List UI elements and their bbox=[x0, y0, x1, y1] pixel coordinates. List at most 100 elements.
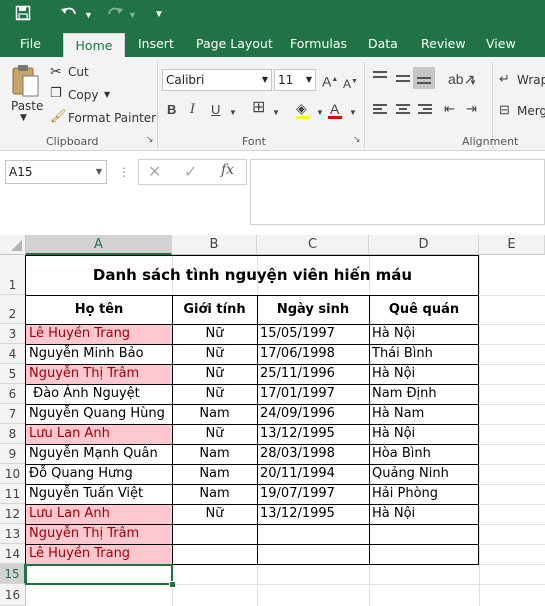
header-gioi-tinh[interactable]: Giới tính bbox=[172, 295, 257, 324]
drag-handle-icon[interactable]: ⋮ bbox=[118, 165, 130, 179]
wrap-text-button[interactable]: Wrap bbox=[517, 73, 545, 87]
clipboard-launcher-icon[interactable]: ↘ bbox=[146, 135, 154, 145]
format-painter-button[interactable]: Format Painter bbox=[68, 111, 156, 125]
orientation-dropdown-icon[interactable]: ▼ bbox=[469, 74, 477, 92]
header-ngay-sinh[interactable]: Ngày sinh bbox=[257, 295, 369, 324]
name-box[interactable]: A15 ▼ bbox=[5, 160, 107, 184]
cell-hometown[interactable]: Hà Nội bbox=[369, 324, 479, 344]
select-all-button[interactable] bbox=[0, 235, 26, 255]
cell-hometown[interactable]: Hà Nam bbox=[369, 404, 479, 424]
font-size-dropdown[interactable]: 11 ▼ bbox=[274, 69, 316, 91]
enter-icon[interactable]: ✓ bbox=[184, 162, 197, 182]
tab-review[interactable]: Review bbox=[421, 30, 466, 57]
cell-name[interactable]: Nguyễn Quang Hùng bbox=[26, 404, 172, 424]
cell-dob[interactable]: 24/09/1996 bbox=[257, 404, 369, 424]
copy-icon[interactable]: ❐ bbox=[50, 86, 62, 101]
cell-name[interactable]: Nguyễn Tuấn Việt bbox=[26, 484, 172, 504]
cell-name[interactable]: Nguyễn Thị Trâm bbox=[26, 524, 172, 544]
save-icon[interactable] bbox=[15, 5, 31, 27]
row-header[interactable]: 8 bbox=[0, 424, 26, 444]
cell-name[interactable]: Lê Huyền Trang bbox=[26, 544, 172, 564]
borders-icon[interactable]: ⊞ bbox=[252, 99, 265, 117]
cell-name[interactable]: Lưu Lan Anh bbox=[26, 504, 172, 524]
cell-name[interactable]: Nguyễn Minh Bảo bbox=[26, 344, 172, 364]
font-name-dropdown[interactable]: Calibri ▼ bbox=[162, 69, 272, 91]
row-header[interactable]: 4 bbox=[0, 344, 26, 364]
font-launcher-icon[interactable]: ↘ bbox=[353, 135, 361, 145]
cell-gender[interactable]: Nam bbox=[172, 464, 257, 484]
tab-page-layout[interactable]: Page Layout bbox=[196, 30, 273, 57]
selected-cell-a15[interactable] bbox=[25, 564, 173, 585]
column-header-d[interactable]: D bbox=[369, 235, 479, 255]
cell-hometown[interactable]: Hà Nội bbox=[369, 504, 479, 524]
header-que-quan[interactable]: Quê quán bbox=[369, 295, 479, 324]
cell-gender[interactable]: Nam bbox=[172, 444, 257, 464]
cell-gender[interactable]: Nữ bbox=[172, 384, 257, 404]
paste-icon[interactable] bbox=[10, 64, 40, 103]
cell-dob[interactable] bbox=[257, 524, 369, 544]
tab-formulas[interactable]: Formulas bbox=[290, 30, 347, 57]
cell-hometown[interactable]: Thái Bình bbox=[369, 344, 479, 364]
cell-hometown[interactable]: Hà Nội bbox=[369, 424, 479, 444]
column-header-a[interactable]: A bbox=[26, 235, 172, 255]
column-header-c[interactable]: C bbox=[257, 235, 369, 255]
paste-dropdown-icon[interactable]: ▼ bbox=[20, 113, 27, 123]
undo-dropdown-icon[interactable]: ▼ bbox=[84, 5, 93, 25]
cell-dob[interactable]: 13/12/1995 bbox=[257, 424, 369, 444]
underline-dropdown-icon[interactable]: ▼ bbox=[229, 104, 237, 122]
cell-name[interactable]: Nguyễn Thị Trâm bbox=[26, 364, 172, 384]
row-header[interactable]: 16 bbox=[0, 584, 26, 606]
decrease-font-size-icon[interactable]: A▼ bbox=[343, 73, 358, 93]
column-header-b[interactable]: B bbox=[172, 235, 257, 255]
cell-dob[interactable]: 17/06/1998 bbox=[257, 344, 369, 364]
font-color-dropdown-icon[interactable]: ▼ bbox=[349, 104, 357, 122]
bottom-align-button[interactable] bbox=[413, 67, 435, 89]
fill-color-icon[interactable]: ◈ bbox=[296, 99, 307, 117]
row-header[interactable]: 13 bbox=[0, 524, 26, 544]
cell-dob[interactable]: 28/03/1998 bbox=[257, 444, 369, 464]
cell-name[interactable]: Lê Huyền Trang bbox=[26, 324, 172, 344]
tab-insert[interactable]: Insert bbox=[138, 30, 174, 57]
format-painter-icon[interactable]: 🖌 bbox=[50, 109, 67, 124]
cell-gender[interactable]: Nữ bbox=[172, 324, 257, 344]
row-header[interactable]: 7 bbox=[0, 404, 26, 424]
cell-hometown[interactable]: Hải Phòng bbox=[369, 484, 479, 504]
merge-center-icon[interactable]: ⊟ bbox=[499, 101, 510, 119]
cell-dob[interactable]: 25/11/1996 bbox=[257, 364, 369, 384]
cell-hometown[interactable] bbox=[369, 544, 479, 564]
cell-gender[interactable] bbox=[172, 524, 257, 544]
row-header[interactable]: 12 bbox=[0, 504, 26, 524]
row-header[interactable]: 14 bbox=[0, 544, 26, 564]
row-header[interactable]: 3 bbox=[0, 324, 26, 344]
cell-gender[interactable]: Nữ bbox=[172, 504, 257, 524]
cell-gender[interactable]: Nữ bbox=[172, 364, 257, 384]
tab-home[interactable]: Home bbox=[63, 33, 125, 58]
fill-color-dropdown-icon[interactable]: ▼ bbox=[316, 104, 324, 122]
cell-hometown[interactable]: Hòa Bình bbox=[369, 444, 479, 464]
column-header-e[interactable]: E bbox=[479, 235, 545, 255]
cell-gender[interactable]: Nữ bbox=[172, 424, 257, 444]
cell-name[interactable]: Lưu Lan Anh bbox=[26, 424, 172, 444]
row-header[interactable]: 10 bbox=[0, 464, 26, 484]
cell-name[interactable]: Đỗ Quang Hưng bbox=[26, 464, 172, 484]
copy-button[interactable]: Copy bbox=[68, 88, 98, 102]
cell-name[interactable]: Nguyễn Mạnh Quân bbox=[26, 444, 172, 464]
row-header[interactable]: 6 bbox=[0, 384, 26, 404]
row-header[interactable]: 11 bbox=[0, 484, 26, 504]
header-ho-ten[interactable]: Họ tên bbox=[26, 295, 172, 324]
cell-dob[interactable] bbox=[257, 544, 369, 564]
cell-hometown[interactable] bbox=[369, 524, 479, 544]
increase-indent-icon[interactable]: ⇥ bbox=[466, 100, 477, 118]
cancel-icon[interactable]: ✕ bbox=[148, 162, 161, 182]
row-header[interactable]: 1 bbox=[0, 255, 26, 295]
insert-function-button[interactable]: fx bbox=[221, 162, 234, 178]
formula-input[interactable] bbox=[250, 159, 545, 225]
underline-button[interactable]: U bbox=[211, 101, 220, 119]
row-header[interactable]: 15 bbox=[0, 564, 26, 584]
cell-gender[interactable]: Nam bbox=[172, 484, 257, 504]
increase-font-size-icon[interactable]: A▲ bbox=[322, 71, 338, 91]
cell-dob[interactable]: 15/05/1997 bbox=[257, 324, 369, 344]
cell-gender[interactable]: Nam bbox=[172, 404, 257, 424]
cell-dob[interactable]: 13/12/1995 bbox=[257, 504, 369, 524]
cell-dob[interactable]: 19/07/1997 bbox=[257, 484, 369, 504]
